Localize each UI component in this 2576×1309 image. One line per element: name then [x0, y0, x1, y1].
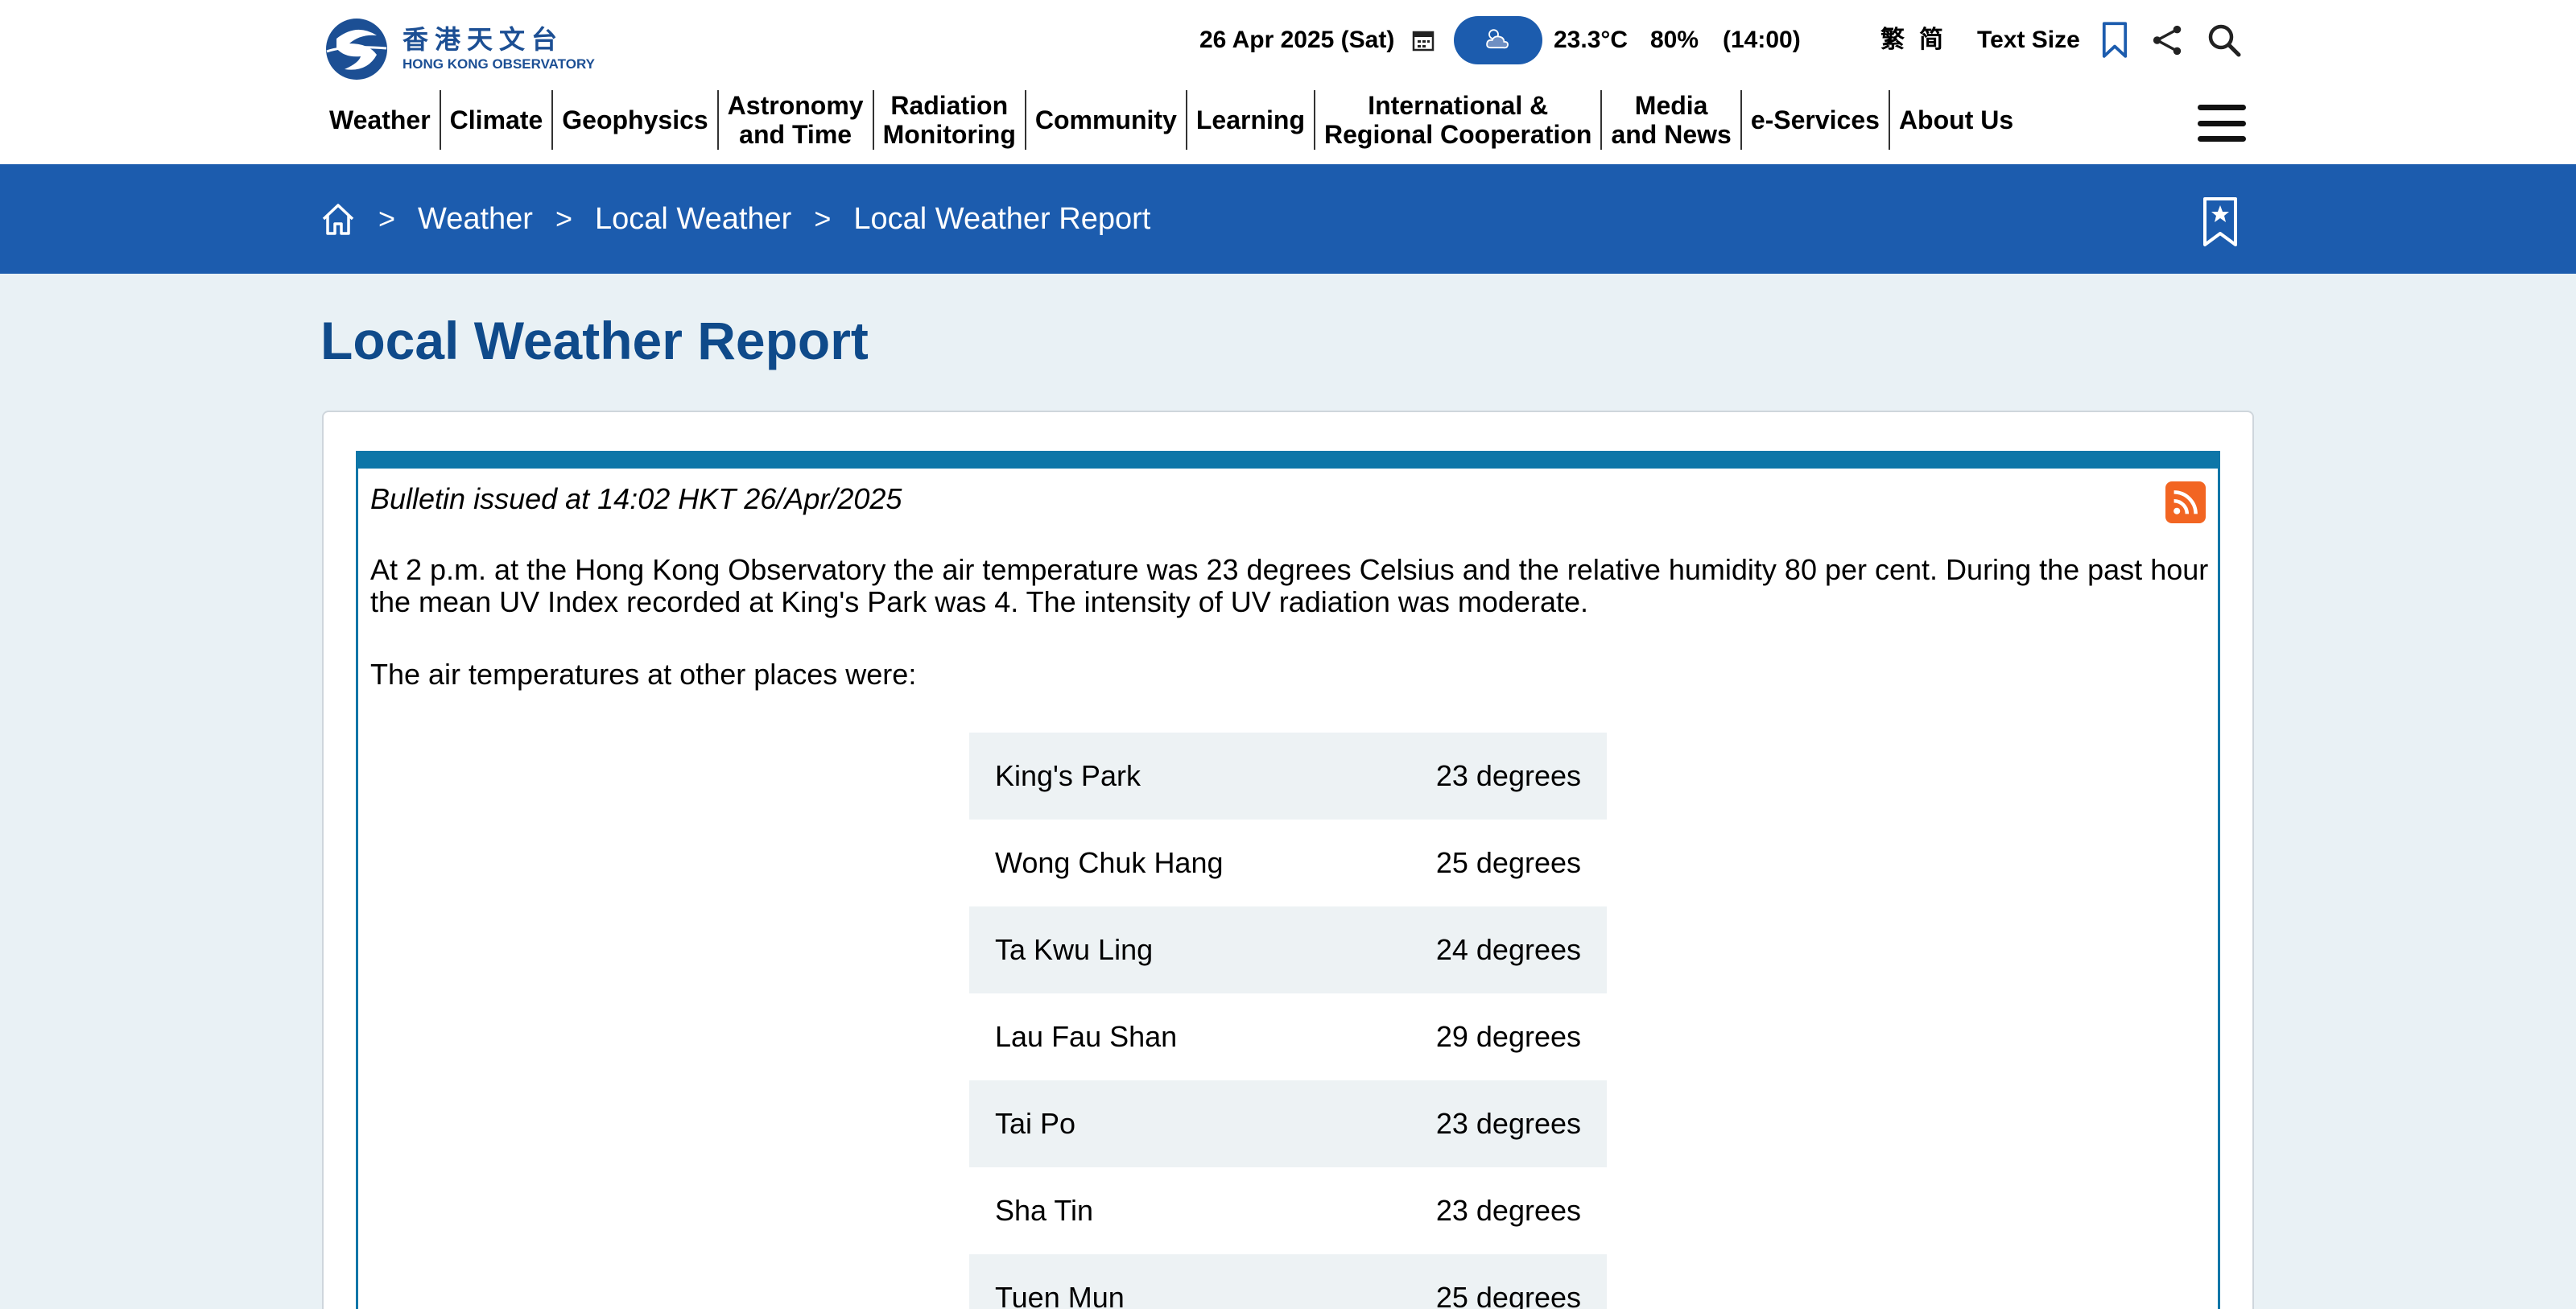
table-row: Lau Fau Shan 29 degrees	[969, 993, 1607, 1080]
nav-item[interactable]: Radiation Monitoring	[874, 90, 1026, 150]
station-temperature: 25 degrees	[1435, 846, 1581, 879]
observation-time: (14:00)	[1723, 27, 1801, 53]
breadcrumb-current-page: Local Weather Report	[853, 201, 1151, 236]
station-name: Sha Tin	[995, 1194, 1094, 1227]
current-date: 26 Apr 2025 (Sat)	[1199, 27, 1395, 53]
main-navigation: Weather Climate Geophysics Astronomy and Ti…	[320, 90, 2022, 150]
station-name: Ta Kwu Ling	[995, 933, 1154, 966]
hamburger-menu-icon[interactable]	[2198, 105, 2246, 142]
logo-chinese-text: 香港天文台	[402, 24, 564, 55]
nav-item[interactable]: Climate	[441, 90, 554, 150]
table-row: Wong Chuk Hang 25 degrees	[969, 820, 1607, 906]
weather-icon-button[interactable]	[1454, 16, 1542, 64]
share-icon[interactable]	[2148, 18, 2188, 63]
station-temperature: 23 degrees	[1435, 759, 1581, 792]
breadcrumb-separator: >	[378, 202, 396, 235]
table-row: Tuen Mun 25 degrees	[969, 1254, 1607, 1309]
nav-item[interactable]: e-Services	[1742, 90, 1890, 150]
station-temperature: 29 degrees	[1435, 1020, 1581, 1053]
station-name: Lau Fau Shan	[995, 1020, 1178, 1053]
hko-logo-icon	[326, 19, 387, 80]
table-row: Sha Tin 23 degrees	[969, 1167, 1607, 1254]
calendar-icon[interactable]	[1410, 27, 1436, 53]
page-title: Local Weather Report	[320, 311, 869, 370]
text-size-button[interactable]: Text Size	[1977, 24, 2080, 56]
nav-item[interactable]: International & Regional Cooperation	[1315, 90, 1603, 150]
lang-traditional-chinese-link[interactable]: 繁	[1880, 24, 1905, 56]
bulletin-issued-time: Bulletin issued at 14:02 HKT 26/Apr/2025	[370, 482, 902, 515]
nav-item[interactable]: Astronomy and Time	[719, 90, 874, 150]
station-temperature: 23 degrees	[1435, 1194, 1581, 1227]
nav-item[interactable]: Learning	[1187, 90, 1315, 150]
nav-item[interactable]: Geophysics	[553, 90, 719, 150]
nav-item[interactable]: Community	[1026, 90, 1187, 150]
rss-icon[interactable]	[2165, 481, 2206, 523]
table-row: Ta Kwu Ling 24 degrees	[969, 906, 1607, 993]
hko-logo[interactable]: 香港天文台 HONG KONG OBSERVATORY	[320, 16, 618, 82]
lang-simplified-chinese-link[interactable]: 简	[1919, 24, 1943, 56]
current-temperature: 23.3°C	[1554, 27, 1629, 53]
breadcrumb-separator: >	[814, 202, 832, 235]
site-header: 香港天文台 HONG KONG OBSERVATORY 26 Apr 2025 …	[0, 0, 2576, 164]
bookmark-icon[interactable]	[2095, 18, 2135, 63]
other-places-intro: The air temperatures at other places wer…	[370, 658, 917, 691]
temperature-table: King's Park 23 degrees Wong Chuk Hang 25 de…	[969, 733, 1607, 1309]
table-row: Tai Po 23 degrees	[969, 1080, 1607, 1167]
cloudy-icon	[1486, 29, 1509, 49]
breadcrumb-weather-link[interactable]: Weather	[418, 202, 533, 237]
station-name: Wong Chuk Hang	[995, 846, 1224, 879]
bookmark-star-icon[interactable]	[2202, 196, 2238, 248]
logo-english-text: HONG KONG OBSERVATORY	[402, 56, 595, 72]
current-humidity: 80%	[1650, 27, 1699, 53]
bulletin-main-text: At 2 p.m. at the Hong Kong Observatory t…	[370, 553, 2209, 618]
search-icon[interactable]	[2204, 18, 2244, 63]
breadcrumb: > Weather > Local Weather > Local Weathe…	[320, 196, 1150, 242]
nav-item[interactable]: Weather	[320, 90, 441, 150]
station-name: King's Park	[995, 759, 1141, 792]
station-name: Tai Po	[995, 1107, 1076, 1140]
home-icon[interactable]	[320, 201, 356, 237]
table-row: King's Park 23 degrees	[969, 733, 1607, 820]
station-temperature: 24 degrees	[1435, 933, 1581, 966]
breadcrumb-separator: >	[555, 202, 572, 235]
station-temperature: 23 degrees	[1435, 1107, 1581, 1140]
breadcrumb-local-weather-link[interactable]: Local Weather	[595, 202, 791, 237]
nav-item[interactable]: About Us	[1890, 90, 2022, 150]
breadcrumb-bar: > Weather > Local Weather > Local Weathe…	[0, 164, 2576, 274]
nav-item[interactable]: Media and News	[1602, 90, 1742, 150]
station-temperature: 25 degrees	[1435, 1281, 1581, 1309]
station-name: Tuen Mun	[995, 1281, 1125, 1309]
